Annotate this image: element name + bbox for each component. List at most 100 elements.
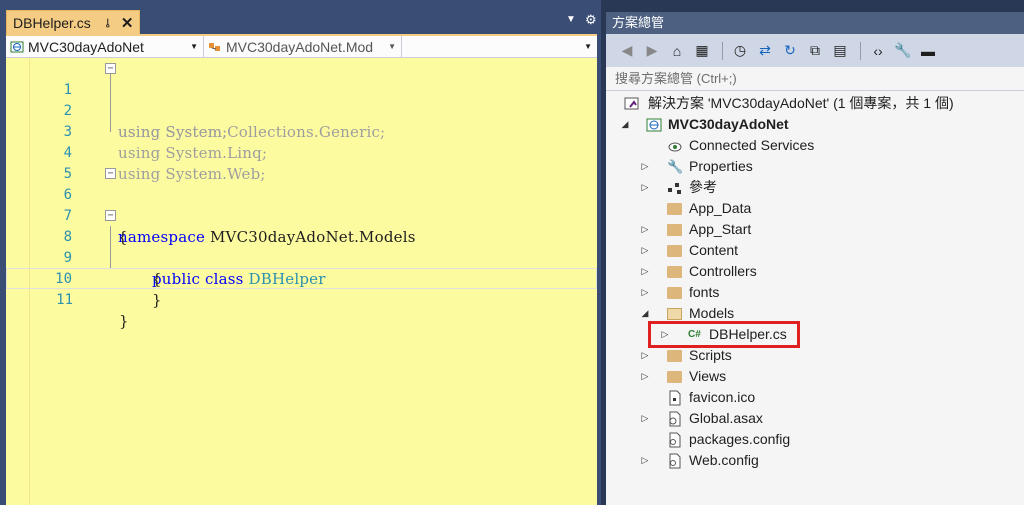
collapsed-icon[interactable]: ▷ — [640, 177, 650, 198]
wrench-icon: 🔧 — [667, 159, 684, 174]
config-file-icon — [669, 432, 681, 448]
solution-tree: 解決方案 'MVC30dayAdoNet' (1 個專案，共 1 個) ◢ MV… — [606, 91, 1024, 505]
folder-icon — [667, 224, 682, 236]
current-line: 11 } — [6, 268, 597, 330]
wrench-icon[interactable]: 🔧 — [892, 40, 914, 62]
tree-item-content[interactable]: ▷ Content — [606, 240, 1024, 261]
chevron-down-icon: ▼ — [584, 42, 592, 51]
collapsed-icon[interactable]: ▷ — [640, 345, 650, 366]
tree-item-references[interactable]: ▷ 參考 — [606, 177, 1024, 198]
pending-changes-icon[interactable]: ◷ — [729, 40, 751, 62]
refresh-icon[interactable]: ↻ — [779, 40, 801, 62]
project-dropdown-label: MVC30dayAdoNet — [28, 39, 144, 55]
collapsed-icon[interactable]: ▷ — [640, 450, 650, 471]
tree-item-packages-config[interactable]: packages.config — [606, 429, 1024, 450]
class-dropdown-label: MVC30dayAdoNet.Mod — [226, 39, 374, 55]
switch-views-icon[interactable]: ▦ — [691, 40, 713, 62]
pin-icon[interactable]: ⊸ — [101, 17, 115, 27]
collapsed-icon[interactable]: ▷ — [640, 219, 650, 240]
code-text: } — [119, 312, 129, 330]
collapsed-icon[interactable]: ▷ — [640, 240, 650, 261]
tree-item-favicon[interactable]: favicon.ico — [606, 387, 1024, 408]
code-line: 8 − public class DBHelper — [6, 206, 597, 288]
highlight-annotation-box — [648, 321, 800, 348]
toolbar-separator — [860, 41, 861, 60]
tree-item-fonts[interactable]: ▷ fonts — [606, 282, 1024, 303]
tree-item-connected-services[interactable]: Connected Services — [606, 135, 1024, 156]
folder-open-icon — [667, 308, 682, 320]
close-icon[interactable]: ✕ — [121, 14, 134, 32]
tree-item-project[interactable]: ◢ MVC30dayAdoNet — [606, 114, 1024, 135]
solution-explorer-toolbar: ◀ ▶ ⌂ ▦ ◷ ⇄ ↻ ⧉ ▤ ‹› 🔧 ▬ — [606, 34, 1024, 67]
collapsed-icon[interactable]: ▷ — [640, 366, 650, 387]
tree-item-label: favicon.ico — [689, 389, 756, 405]
show-all-files-icon[interactable]: ▤ — [829, 40, 851, 62]
back-icon[interactable]: ◀ — [616, 40, 638, 62]
tree-item-controllers[interactable]: ▷ Controllers — [606, 261, 1024, 282]
line-number: 11 — [56, 292, 73, 308]
collapse-all-icon[interactable]: ⧉ — [804, 40, 826, 62]
member-dropdown[interactable]: ▼ — [402, 36, 597, 58]
tab-dbhelper[interactable]: DBHelper.cs ⊸ ✕ — [6, 10, 140, 34]
tree-item-scripts[interactable]: ▷ Scripts — [606, 345, 1024, 366]
tab-title: DBHelper.cs — [13, 14, 91, 31]
toolbar-separator — [722, 41, 723, 60]
tree-item-properties[interactable]: ▷ 🔧 Properties — [606, 156, 1024, 177]
references-icon — [668, 183, 681, 194]
sync-icon[interactable]: ⇄ — [754, 40, 776, 62]
code-line: 3 using System.Linq; — [6, 101, 597, 162]
folder-icon — [667, 203, 682, 215]
tree-item-label: fonts — [689, 284, 720, 300]
forward-icon[interactable]: ▶ — [641, 40, 663, 62]
solution-explorer: 方案總管 ◀ ▶ ⌂ ▦ ◷ ⇄ ↻ ⧉ ▤ ‹› 🔧 ▬ 搜尋方案總管 (Ct… — [606, 12, 1024, 505]
code-line: 7 { — [6, 185, 597, 246]
chevron-down-icon: ▼ — [388, 42, 396, 51]
home-icon[interactable]: ⌂ — [666, 40, 688, 62]
code-editor[interactable]: 1 − using System; 2 using System.Collect… — [6, 58, 597, 505]
tree-item-label: 參考 — [689, 179, 717, 195]
collapsed-icon[interactable]: ▷ — [640, 282, 650, 303]
config-file-icon — [669, 453, 681, 469]
tree-item-app-start[interactable]: ▷ App_Start — [606, 219, 1024, 240]
collapse-icon[interactable]: − — [105, 168, 116, 179]
file-icon — [669, 390, 681, 406]
code-line: 1 − using System; — [6, 59, 597, 141]
tree-item-global-asax[interactable]: ▷ Global.asax — [606, 408, 1024, 429]
collapse-icon[interactable]: − — [105, 210, 116, 221]
code-text: } — [152, 291, 162, 309]
navigation-bar: MVC30dayAdoNet ▼ MVC30dayAdoNet.Mod ▼ ▼ — [6, 36, 597, 58]
collapse-icon[interactable]: − — [105, 63, 116, 74]
tree-item-views[interactable]: ▷ Views — [606, 366, 1024, 387]
folder-icon — [667, 245, 682, 257]
project-icon — [646, 118, 662, 132]
solution-label: 解決方案 'MVC30dayAdoNet' (1 個專案，共 1 個) — [648, 95, 954, 111]
project-icon — [10, 41, 24, 53]
solution-icon — [624, 97, 639, 110]
collapsed-icon[interactable]: ▷ — [640, 261, 650, 282]
tree-item-web-config[interactable]: ▷ Web.config — [606, 450, 1024, 471]
preview-icon[interactable]: ▬ — [917, 40, 939, 62]
collapsed-icon[interactable]: ▷ — [640, 156, 650, 177]
solution-explorer-search[interactable]: 搜尋方案總管 (Ctrl+;) — [606, 67, 1024, 91]
global-asax-icon — [669, 411, 681, 427]
folder-icon — [667, 287, 682, 299]
tree-item-label: Controllers — [689, 263, 757, 279]
collapsed-icon[interactable]: ▷ — [640, 408, 650, 429]
code-line: 2 using System.Collections.Generic; — [6, 80, 597, 141]
view-code-icon[interactable]: ‹› — [867, 40, 889, 62]
editor-pane: DBHelper.cs ⊸ ✕ ▼ ⚙ MVC30dayAdoNet ▼ MVC… — [0, 0, 601, 505]
project-dropdown[interactable]: MVC30dayAdoNet ▼ — [6, 36, 204, 58]
folder-icon — [667, 371, 682, 383]
class-dropdown[interactable]: MVC30dayAdoNet.Mod ▼ — [204, 36, 402, 58]
tree-item-solution[interactable]: 解決方案 'MVC30dayAdoNet' (1 個專案，共 1 個) — [606, 93, 1024, 114]
chevron-down-icon: ▼ — [190, 42, 198, 51]
code-line: 5 — [6, 143, 597, 182]
gear-icon[interactable]: ⚙ — [585, 12, 597, 28]
folder-icon — [667, 350, 682, 362]
chevron-down-icon[interactable]: ▼ — [566, 14, 576, 25]
tree-item-app-data[interactable]: App_Data — [606, 198, 1024, 219]
tree-item-label: App_Start — [689, 221, 752, 237]
code-line: 6 − namespace MVC30dayAdoNet.Models — [6, 164, 597, 246]
expanded-icon[interactable]: ◢ — [620, 114, 630, 135]
code-line: 4 using System.Web; — [6, 122, 597, 183]
